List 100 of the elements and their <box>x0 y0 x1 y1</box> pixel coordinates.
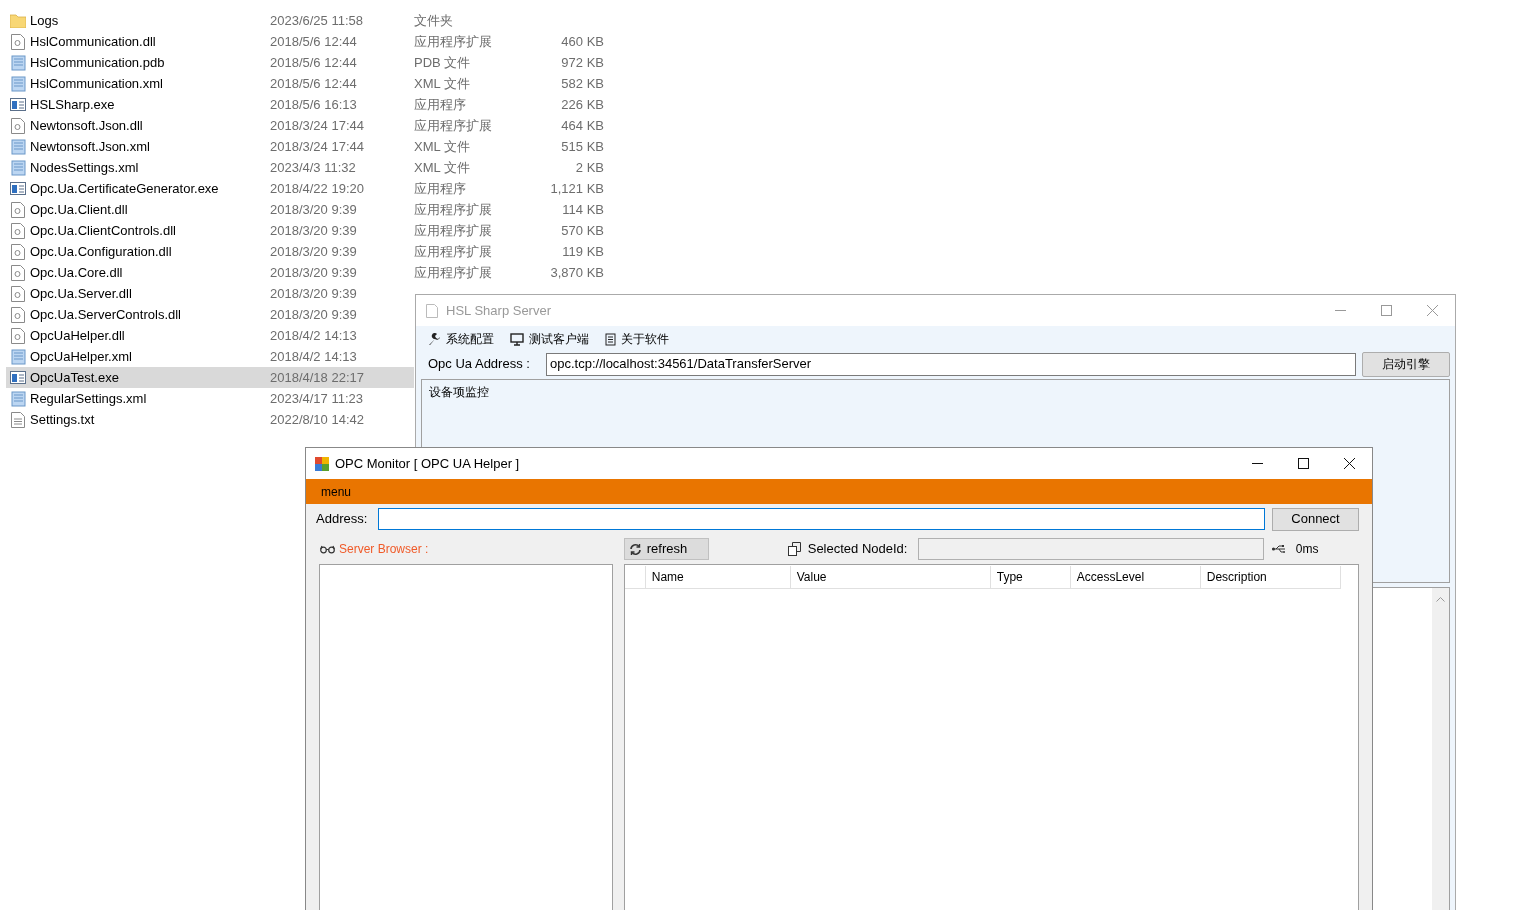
document-icon <box>605 332 616 346</box>
file-gear-icon <box>11 117 25 134</box>
file-row[interactable]: HslCommunication.dll 2018/5/6 12:44 应用程序扩展 460 KB <box>6 31 610 52</box>
file-date: 2018/3/20 9:39 <box>270 305 358 324</box>
file-size: 582 KB <box>560 74 604 93</box>
file-date: 2018/3/20 9:39 <box>270 263 358 282</box>
file-size: 464 KB <box>560 116 604 135</box>
file-row[interactable]: RegularSettings.xml 2023/4/17 11:23 <box>6 388 414 409</box>
text-file-icon <box>11 411 25 428</box>
column-header[interactable]: Description <box>1200 566 1341 588</box>
nodeid-field[interactable] <box>917 538 1264 560</box>
start-engine-button[interactable]: 启动引擎 <box>1362 351 1450 377</box>
close-icon <box>1343 458 1355 469</box>
file-name: NodesSettings.xml <box>30 158 140 177</box>
address-field[interactable]: opc.tcp://localhost:34561/DataTransferServer <box>546 352 1356 376</box>
menu-item[interactable]: 关于软件 <box>605 330 669 348</box>
file-size: 114 KB <box>561 200 604 219</box>
file-name: Newtonsoft.Json.dll <box>30 116 144 135</box>
file-gear-icon <box>11 222 25 239</box>
file-name: Opc.Ua.CertificateGenerator.exe <box>30 179 220 198</box>
file-date: 2018/5/6 12:44 <box>270 32 358 51</box>
file-row[interactable]: OpcUaHelper.dll 2018/4/2 14:13 <box>6 325 414 346</box>
file-date: 2018/4/18 22:17 <box>270 368 365 387</box>
app-logo-icon <box>315 456 329 471</box>
copy-icon <box>787 542 801 556</box>
file-type: 应用程序扩展 <box>414 32 493 51</box>
file-row[interactable]: Opc.Ua.Client.dll 2018/3/20 9:39 应用程序扩展 114 KB <box>6 199 610 220</box>
address-label: Opc Ua Address : <box>428 355 531 374</box>
file-name: Newtonsoft.Json.xml <box>30 137 151 156</box>
file-gear-icon <box>11 33 25 50</box>
file-size: 119 KB <box>561 242 604 261</box>
file-date: 2018/4/2 14:13 <box>270 326 358 345</box>
file-size: 515 KB <box>560 137 604 156</box>
file-row[interactable]: OpcUaHelper.xml 2018/4/2 14:13 <box>6 346 414 367</box>
file-name: Opc.Ua.Configuration.dll <box>30 242 173 261</box>
close-icon <box>1426 305 1438 316</box>
file-type: XML 文件 <box>414 74 471 93</box>
address-field[interactable] <box>378 508 1265 530</box>
file-row[interactable]: Opc.Ua.Configuration.dll 2018/3/20 9:39 应用程序扩展 119 KB <box>6 241 610 262</box>
file-row[interactable]: Opc.Ua.ServerControls.dll 2018/3/20 9:39 <box>6 304 414 325</box>
file-date: 2018/3/20 9:39 <box>270 200 358 219</box>
file-name: Opc.Ua.ServerControls.dll <box>30 305 182 324</box>
connect-button[interactable]: Connect <box>1272 507 1359 531</box>
file-row[interactable]: Opc.Ua.Server.dll 2018/3/20 9:39 <box>6 283 414 304</box>
file-size: 2 KB <box>574 158 604 177</box>
file-size: 460 KB <box>560 32 604 51</box>
file-row[interactable]: Opc.Ua.Core.dll 2018/3/20 9:39 应用程序扩展 3,870 KB <box>6 262 610 283</box>
file-name: Settings.txt <box>30 410 96 429</box>
file-type: 应用程序扩展 <box>414 263 493 282</box>
file-row[interactable]: Logs 2023/6/25 11:58 文件夹 <box>6 10 610 31</box>
scrollbar[interactable] <box>1432 588 1449 910</box>
file-name: Opc.Ua.Core.dll <box>30 263 124 282</box>
menu-item[interactable]: menu <box>321 482 352 501</box>
file-name: HslCommunication.pdb <box>30 53 166 72</box>
group-title: 设备项监控 <box>429 384 489 401</box>
menu-item[interactable]: 测试客户端 <box>510 330 589 348</box>
maximize-icon <box>1297 458 1309 469</box>
file-date: 2018/3/24 17:44 <box>270 116 365 135</box>
file-size: 972 KB <box>560 53 604 72</box>
file-name: OpcUaHelper.xml <box>30 347 133 366</box>
column-header[interactable]: AccessLevel <box>1070 566 1201 588</box>
file-name: HslCommunication.dll <box>30 32 157 51</box>
file-date: 2018/3/20 9:39 <box>270 284 358 303</box>
file-date: 2018/5/6 12:44 <box>270 53 358 72</box>
column-header[interactable]: Type <box>990 566 1071 588</box>
file-row[interactable]: HSLSharp.exe 2018/5/6 16:13 应用程序 226 KB <box>6 94 610 115</box>
file-gear-icon <box>11 264 25 281</box>
column-header[interactable]: Name <box>645 566 791 588</box>
monitor-icon <box>510 332 524 346</box>
file-row[interactable]: Opc.Ua.ClientControls.dll 2018/3/20 9:39 应用程序扩展 570 KB <box>6 220 610 241</box>
file-type: XML 文件 <box>414 158 471 177</box>
file-row[interactable]: OpcUaTest.exe 2018/4/18 22:17 <box>6 367 414 388</box>
refresh-button[interactable]: refresh <box>623 538 709 560</box>
file-row[interactable]: HslCommunication.pdb 2018/5/6 12:44 PDB 文件 972 KB <box>6 52 610 73</box>
scroll-up-icon[interactable] <box>1436 596 1445 602</box>
file-gear-icon <box>11 243 25 260</box>
file-date: 2018/3/20 9:39 <box>270 221 358 240</box>
file-row[interactable]: Opc.Ua.CertificateGenerator.exe 2018/4/22 19:20 应用程序 1,121 KB <box>6 178 610 199</box>
latency-text: 0ms <box>1295 541 1319 558</box>
file-row[interactable]: Newtonsoft.Json.dll 2018/3/24 17:44 应用程序扩展 464 KB <box>6 115 610 136</box>
file-gear-icon <box>11 327 25 344</box>
file-name: HSLSharp.exe <box>30 95 116 114</box>
window-icon <box>426 303 438 318</box>
file-row[interactable]: Newtonsoft.Json.xml 2018/3/24 17:44 XML 文件 515 KB <box>6 136 610 157</box>
file-row[interactable]: NodesSettings.xml 2023/4/3 11:32 XML 文件 2 KB <box>6 157 610 178</box>
file-name: Logs <box>30 11 60 30</box>
refresh-icon <box>628 542 642 556</box>
column-header[interactable]: Value <box>790 566 991 588</box>
file-name: RegularSettings.xml <box>30 389 148 408</box>
file-row[interactable]: Settings.txt 2022/8/10 14:42 <box>6 409 414 430</box>
file-date: 2022/8/10 14:42 <box>270 410 365 429</box>
document-icon <box>10 348 26 365</box>
folder-icon <box>10 13 26 28</box>
menu-item[interactable]: 系统配置 <box>428 330 494 348</box>
document-icon <box>10 54 26 71</box>
file-date: 2023/6/25 11:58 <box>270 11 364 30</box>
file-type: 应用程序扩展 <box>414 200 493 219</box>
address-label: Address: <box>316 510 369 529</box>
file-row[interactable]: HslCommunication.xml 2018/5/6 12:44 XML 文件 582 KB <box>6 73 610 94</box>
selected-nodeid-label: Selected NodeId: <box>807 540 909 559</box>
